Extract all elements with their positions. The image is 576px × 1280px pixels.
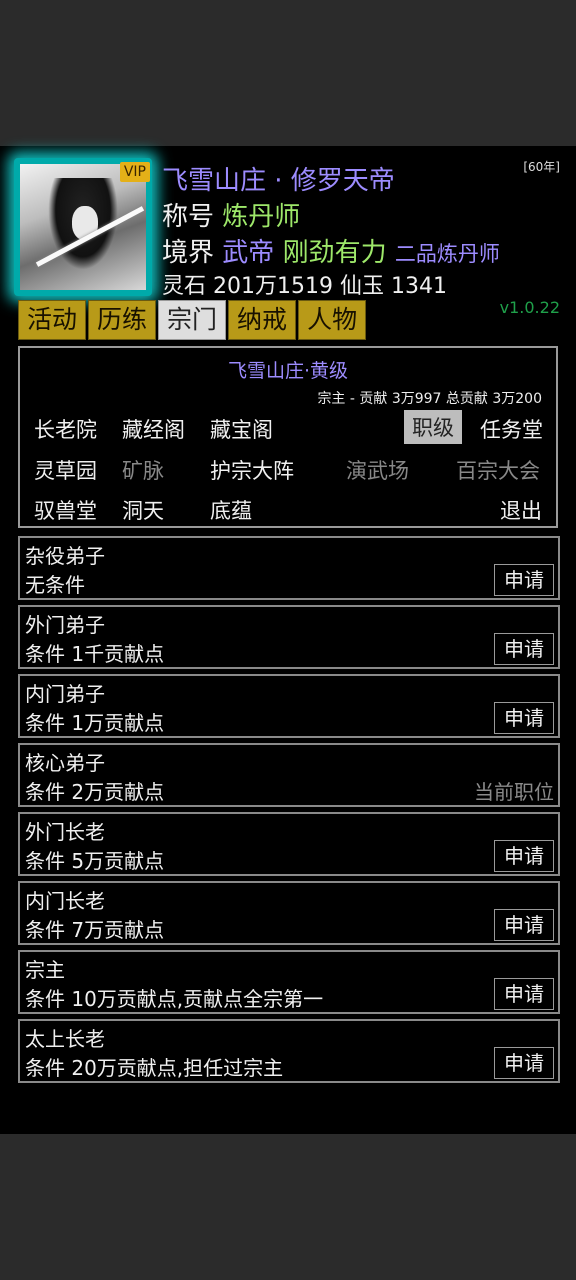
nav-scripture-pavilion[interactable]: 藏经阁 [122,414,185,444]
position-requirement: 条件 7万贡献点 [25,918,165,942]
realm-extra: 二品炼丹师 [394,242,500,266]
position-title: 宗主 [25,958,65,982]
nav-heritage[interactable]: 底蕴 [210,495,252,525]
resources: 灵石 201万1519 仙玉 1341 [162,274,447,299]
nav-herb-garden[interactable]: 灵草园 [34,455,97,485]
avatar [20,164,146,290]
sect-panel: 飞雪山庄·黄级 宗主 - 贡献 3万997 总贡献 3万200 长老院 藏经阁 … [18,346,558,528]
nav-exit[interactable]: 退出 [500,495,542,525]
nav-mine[interactable]: 矿脉 [122,455,164,485]
position-requirement: 条件 1万贡献点 [25,711,165,735]
title-value: 炼丹师 [222,202,301,232]
position-row: 外门弟子 条件 1千贡献点 申请 [18,605,560,669]
position-requirement: 条件 20万贡献点,担任过宗主 [25,1056,284,1080]
nav-treasure-pavilion[interactable]: 藏宝阁 [210,414,273,444]
nav-mission-hall[interactable]: 任务堂 [480,414,543,444]
tab-activity[interactable]: 活动 [18,300,87,340]
version-label: v1.0.22 [499,298,560,317]
nav-elder-hall[interactable]: 长老院 [34,414,97,444]
position-row: 杂役弟子 无条件 申请 [18,536,560,600]
title-label: 称号 [162,202,215,232]
position-row: 外门长老 条件 5万贡献点 申请 [18,812,560,876]
apply-button[interactable]: 申请 [494,1047,554,1079]
position-row: 内门长老 条件 7万贡献点 申请 [18,881,560,945]
position-title: 杂役弟子 [25,544,105,568]
title-row: 称号 炼丹师 [162,196,300,233]
nav-beast-hall[interactable]: 驭兽堂 [34,495,97,525]
position-title: 外门弟子 [25,613,105,637]
position-requirement: 条件 1千贡献点 [25,642,165,666]
tab-character[interactable]: 人物 [298,300,367,340]
realm-label: 境界 [162,238,215,268]
nav-arena[interactable]: 演武场 [346,455,409,485]
position-title: 内门弟子 [25,682,105,706]
tab-ring[interactable]: 纳戒 [228,300,297,340]
tab-training[interactable]: 历练 [88,300,157,340]
position-title: 外门长老 [25,820,105,844]
sect-name: 飞雪山庄·黄级 [227,360,349,382]
position-row: 太上长老 条件 20万贡献点,担任过宗主 申请 [18,1019,560,1083]
realm-stage: 刚劲有力 [282,238,387,268]
position-requirement: 条件 5万贡献点 [25,849,165,873]
current-position-label: 当前职位 [474,780,554,804]
contribution-info: 宗主 - 贡献 3万997 总贡献 3万200 [317,391,542,407]
nav-cave[interactable]: 洞天 [122,495,164,525]
apply-button[interactable]: 申请 [494,633,554,665]
position-title: 核心弟子 [25,751,105,775]
avatar-frame[interactable]: VIP [14,158,152,296]
character-name: 飞雪山庄 · 修罗天帝 [162,166,395,196]
realm-row: 境界 武帝 刚劲有力 二品炼丹师 [162,232,500,269]
year-badge: [60年] [523,160,560,174]
position-title: 内门长老 [25,889,105,913]
nav-sect-assembly[interactable]: 百宗大会 [456,455,540,485]
position-requirement: 条件 10万贡献点,贡献点全宗第一 [25,987,324,1011]
position-row: 宗主 条件 10万贡献点,贡献点全宗第一 申请 [18,950,560,1014]
apply-button[interactable]: 申请 [494,978,554,1010]
position-title: 太上长老 [25,1027,105,1051]
game-screen: VIP 飞雪山庄 · 修罗天帝 称号 炼丹师 境界 武帝 刚劲有力 二品炼丹师 … [0,146,576,1134]
nav-guard-array[interactable]: 护宗大阵 [210,455,294,485]
apply-button[interactable]: 申请 [494,564,554,596]
position-requirement: 条件 2万贡献点 [25,780,165,804]
nav-rank[interactable]: 职级 [404,410,462,444]
tab-sect[interactable]: 宗门 [158,300,227,340]
apply-button[interactable]: 申请 [494,909,554,941]
position-requirement: 无条件 [25,573,85,597]
position-row: 内门弟子 条件 1万贡献点 申请 [18,674,560,738]
apply-button[interactable]: 申请 [494,702,554,734]
position-row: 核心弟子 条件 2万贡献点 当前职位 [18,743,560,807]
apply-button[interactable]: 申请 [494,840,554,872]
realm-rank: 武帝 [222,238,275,268]
vip-badge: VIP [119,162,150,182]
main-tabs: 活动 历练 宗门 纳戒 人物 [18,300,367,340]
